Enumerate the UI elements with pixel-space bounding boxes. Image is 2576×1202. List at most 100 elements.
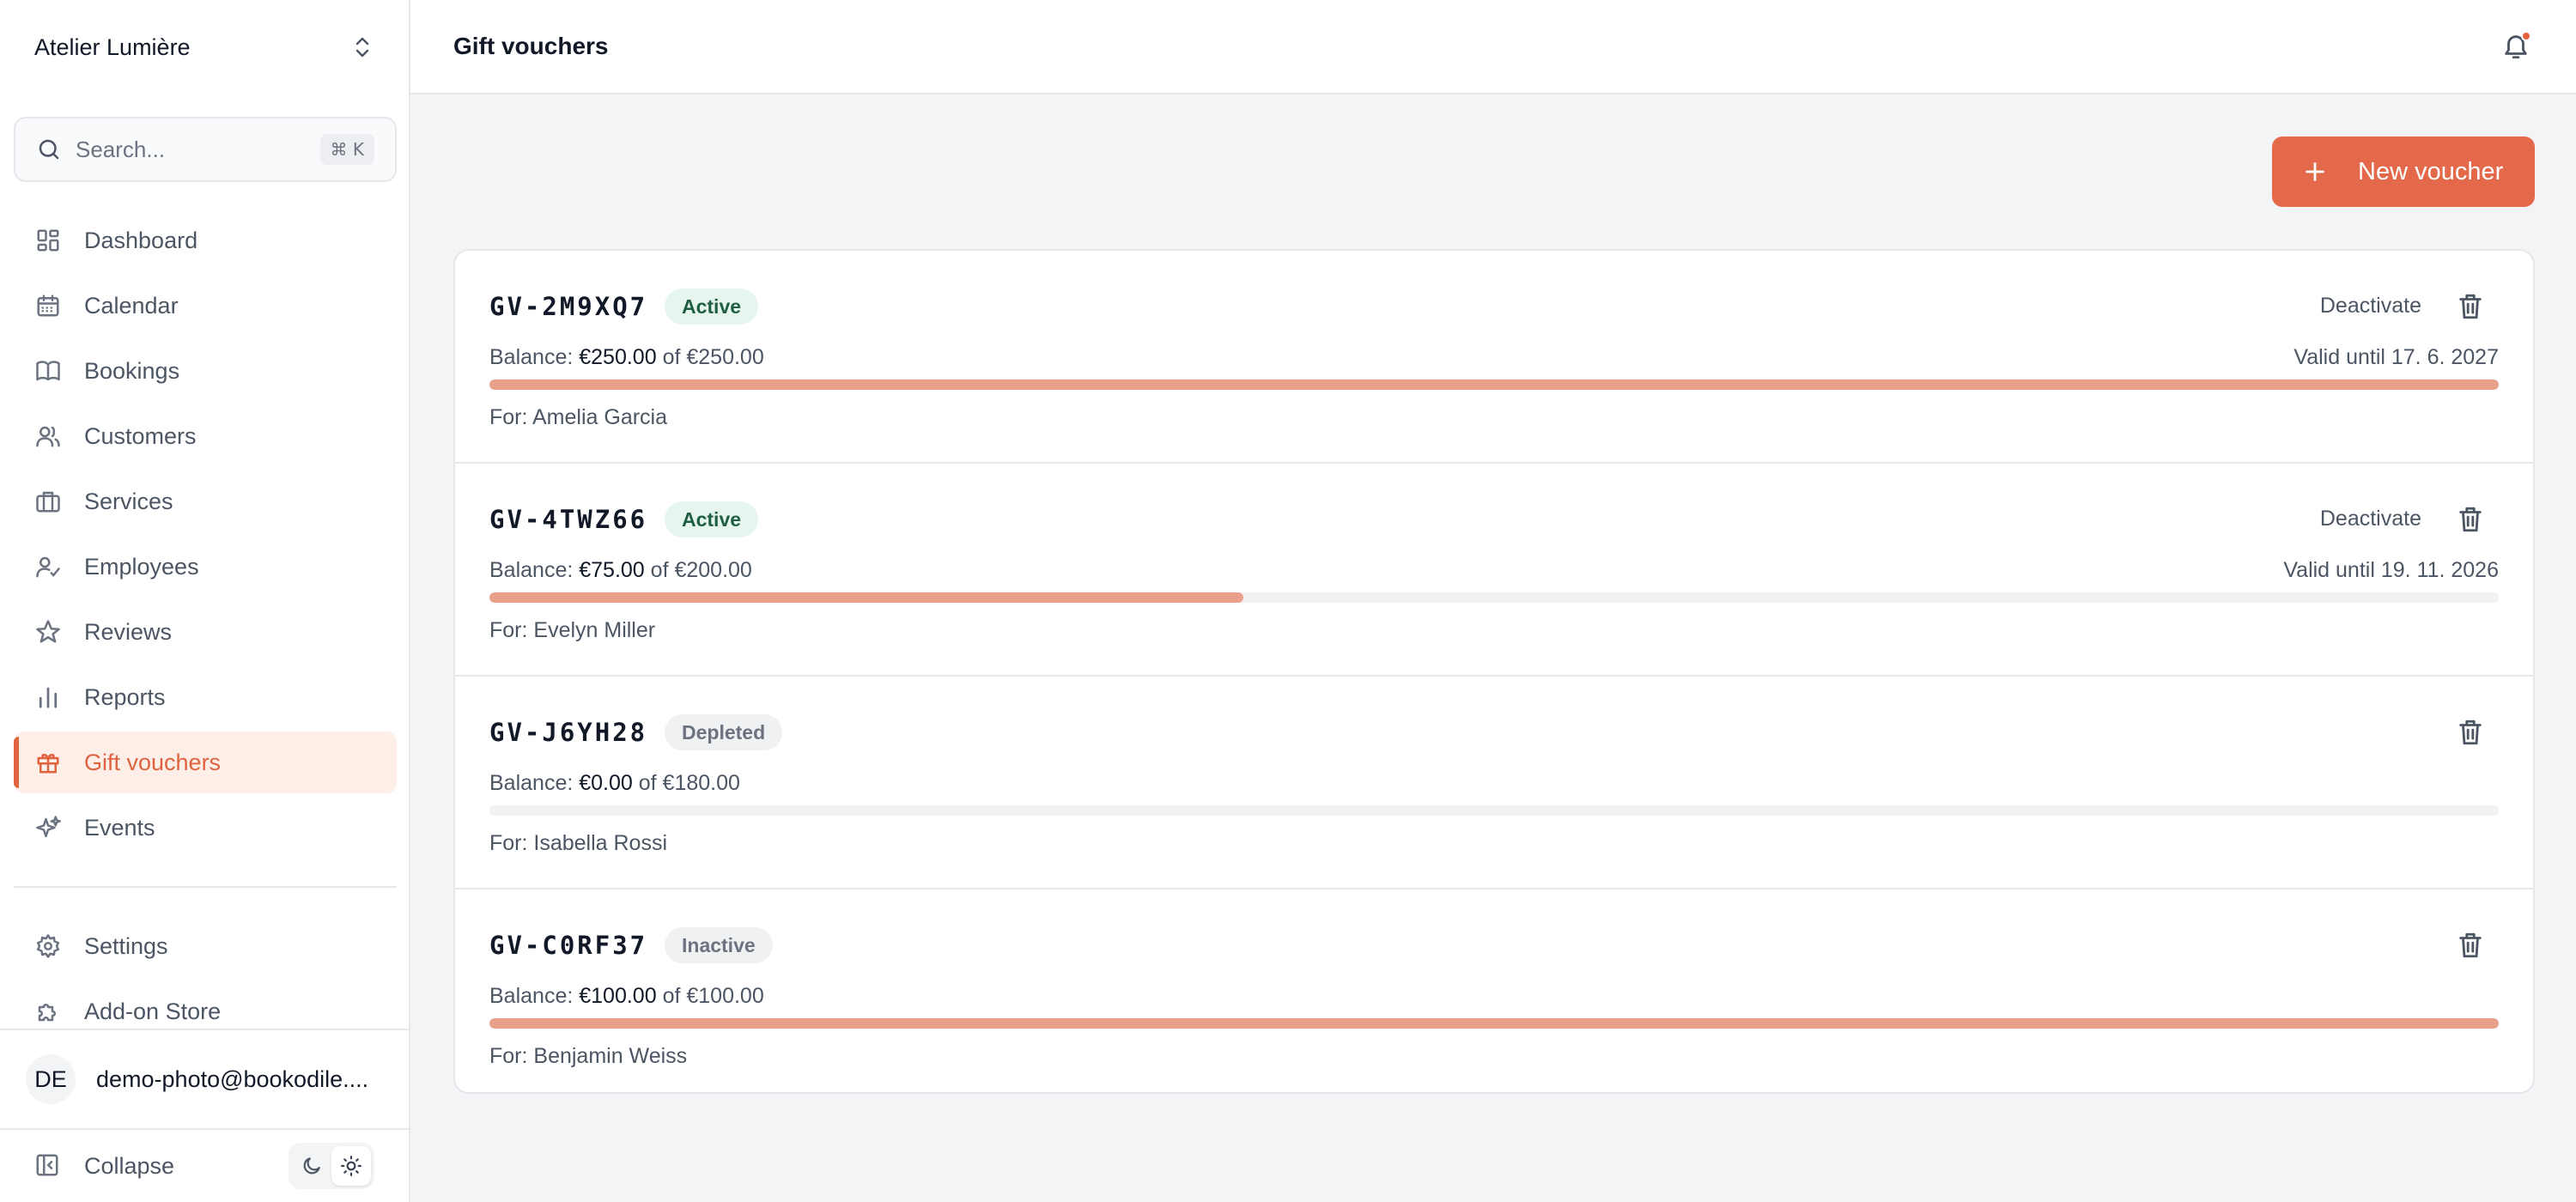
search-placeholder: Search... — [76, 136, 166, 162]
sidebar-item-dashboard[interactable]: Dashboard — [14, 209, 397, 271]
puzzle-icon — [34, 998, 62, 1025]
sidebar-item-label: Bookings — [84, 357, 180, 384]
sidebar-item-gift-vouchers[interactable]: Gift vouchers — [14, 732, 397, 793]
voucher-recipient: For: Amelia Garcia — [489, 405, 668, 429]
sidebar-item-calendar[interactable]: Calendar — [14, 275, 397, 337]
sidebar-item-label: Settings — [84, 932, 168, 959]
search-input[interactable]: Search... ⌘ K — [14, 117, 397, 182]
voucher-code: GV-C0RF37 — [489, 931, 648, 960]
deactivate-button[interactable]: Deactivate — [2320, 294, 2421, 319]
trash-icon[interactable] — [2456, 505, 2485, 534]
balance-progress-fill — [489, 592, 1243, 603]
balance-progress-fill — [489, 379, 2499, 390]
calendar-icon — [34, 292, 62, 319]
sidebar-item-services[interactable]: Services — [14, 470, 397, 532]
voucher-code: GV-J6YH28 — [489, 718, 648, 747]
balance-label: Balance: — [489, 345, 574, 369]
voucher-code: GV-4TWZ66 — [489, 505, 648, 534]
search-icon — [36, 137, 62, 162]
balance-progress-bar — [489, 379, 2499, 390]
balance-label: Balance: — [489, 558, 574, 582]
sidebar-item-label: Services — [84, 488, 173, 514]
voucher-recipient: For: Evelyn Miller — [489, 618, 656, 642]
sidebar-item-reviews[interactable]: Reviews — [14, 601, 397, 663]
avatar: DE — [26, 1054, 76, 1104]
trash-icon[interactable] — [2456, 931, 2485, 960]
notification-dot — [2521, 31, 2531, 41]
balance-amount: €0.00 — [579, 771, 633, 795]
user-email: demo-photo@bookodile.... — [96, 1065, 369, 1092]
voucher-list: GV-2M9XQ7 Active Deactivate Balance: €25… — [453, 249, 2535, 1094]
page-title: Gift vouchers — [453, 33, 609, 59]
voucher-balance: Balance: €75.00 of €200.00 — [489, 558, 752, 583]
gear-icon — [34, 932, 62, 960]
sidebar-item-label: Add-on Store — [84, 998, 222, 1024]
user-menu[interactable]: DE demo-photo@bookodile.... — [0, 1029, 409, 1128]
sidebar-item-customers[interactable]: Customers — [14, 405, 397, 467]
status-badge: Inactive — [665, 927, 773, 963]
sidebar-item-label: Dashboard — [84, 227, 198, 253]
plus-icon — [2303, 160, 2327, 184]
balance-total: of €200.00 — [650, 558, 752, 582]
sidebar-item-bookings[interactable]: Bookings — [14, 340, 397, 402]
balance-progress-bar — [489, 1018, 2499, 1029]
sidebar-collapse-icon — [34, 1152, 62, 1180]
trash-icon[interactable] — [2456, 292, 2485, 321]
gift-icon — [34, 749, 62, 776]
balance-progress-fill — [489, 1018, 2499, 1029]
balance-progress-bar — [489, 592, 2499, 603]
search-shortcut: ⌘ K — [319, 134, 374, 165]
new-voucher-label: New voucher — [2358, 157, 2504, 185]
sidebar-item-settings[interactable]: Settings — [14, 915, 397, 977]
sidebar-item-label: Employees — [84, 553, 199, 580]
status-badge: Active — [665, 501, 759, 537]
valid-until: Valid until 19. 11. 2026 — [2283, 558, 2499, 582]
briefcase-icon — [34, 488, 62, 515]
voucher-recipient: For: Isabella Rossi — [489, 831, 668, 855]
sidebar-item-employees[interactable]: Employees — [14, 536, 397, 598]
sidebar-item-events[interactable]: Events — [14, 797, 397, 859]
voucher-row: GV-J6YH28 Depleted Balance: €0.00 of €18… — [455, 677, 2533, 888]
voucher-row: GV-4TWZ66 Active Deactivate Balance: €75… — [455, 464, 2533, 675]
voucher-recipient: For: Benjamin Weiss — [489, 1044, 688, 1068]
status-badge: Active — [665, 288, 759, 325]
star-icon — [34, 618, 62, 646]
balance-amount: €250.00 — [579, 345, 657, 369]
deactivate-button[interactable]: Deactivate — [2320, 507, 2421, 531]
balance-amount: €100.00 — [579, 984, 657, 1008]
workspace-switcher[interactable]: Atelier Lumière — [0, 0, 409, 94]
balance-total: of €180.00 — [638, 771, 740, 795]
sidebar-item-label: Events — [84, 814, 155, 841]
valid-until: Valid until 17. 6. 2027 — [2293, 345, 2499, 369]
voucher-row: GV-2M9XQ7 Active Deactivate Balance: €25… — [455, 251, 2533, 462]
sun-icon[interactable] — [331, 1146, 371, 1186]
top-header: Gift vouchers — [410, 0, 2576, 94]
new-voucher-button[interactable]: New voucher — [2272, 137, 2535, 207]
chevron-up-down-icon — [350, 35, 374, 59]
sidebar-item-label: Reports — [84, 683, 166, 710]
sidebar: Atelier Lumière Search... ⌘ K Dashboard … — [0, 0, 410, 1202]
balance-progress-bar — [489, 805, 2499, 816]
voucher-row: GV-C0RF37 Inactive Balance: €100.00 of €… — [455, 889, 2533, 1101]
sidebar-divider — [14, 886, 397, 888]
sparkles-icon — [34, 814, 62, 841]
collapse-button[interactable]: Collapse — [84, 1153, 289, 1180]
balance-amount: €75.00 — [579, 558, 645, 582]
sidebar-item-label: Reviews — [84, 618, 173, 645]
sidebar-footer: Collapse — [0, 1128, 409, 1202]
users-icon — [34, 422, 62, 450]
voucher-balance: Balance: €250.00 of €250.00 — [489, 345, 764, 370]
notifications-button[interactable] — [2499, 29, 2533, 64]
dashboard-icon — [34, 227, 62, 254]
voucher-balance: Balance: €100.00 of €100.00 — [489, 984, 764, 1009]
book-icon — [34, 357, 62, 385]
bar-chart-icon — [34, 683, 62, 711]
sidebar-item-label: Customers — [84, 422, 197, 449]
voucher-balance: Balance: €0.00 of €180.00 — [489, 771, 740, 796]
trash-icon[interactable] — [2456, 718, 2485, 747]
sidebar-item-reports[interactable]: Reports — [14, 666, 397, 728]
workspace-name: Atelier Lumière — [34, 33, 191, 60]
sidebar-item-label: Gift vouchers — [84, 749, 222, 775]
moon-icon[interactable] — [292, 1146, 331, 1186]
balance-label: Balance: — [489, 771, 574, 795]
